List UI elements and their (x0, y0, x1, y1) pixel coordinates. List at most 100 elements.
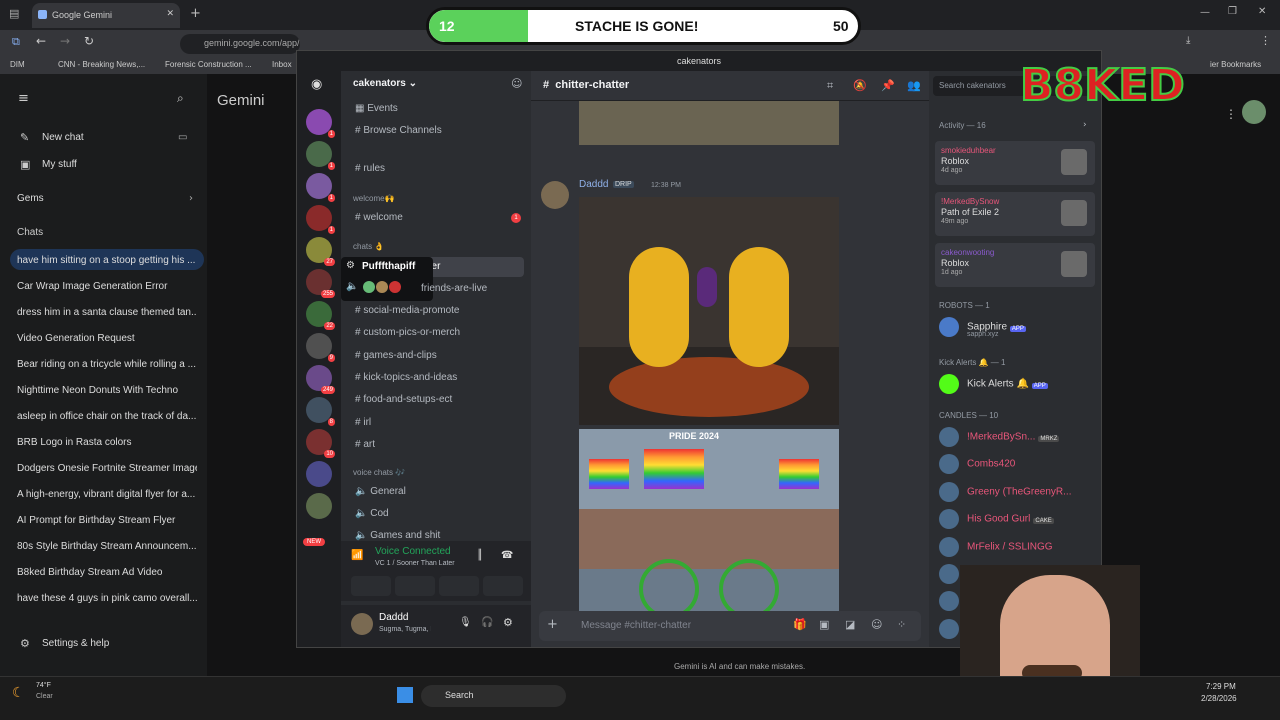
channel-rules[interactable]: # rules (355, 163, 385, 174)
message-composer[interactable]: + Message #chitter-chatter 🎁 ▣ ◪ ☺ ⁘ (539, 611, 921, 641)
chat-item[interactable]: have him sitting on a stoop getting his … (17, 255, 197, 266)
microphone-icon[interactable]: 🎙 (459, 617, 472, 628)
close-window-icon[interactable]: ✕ (1258, 6, 1266, 17)
temperature[interactable]: 74°F (36, 682, 51, 689)
forward-icon[interactable]: → (60, 34, 70, 48)
chat-item[interactable]: B8ked Birthday Stream Ad Video (17, 567, 197, 578)
chat-item[interactable]: dress him in a santa clause themed tan..… (17, 307, 197, 318)
avatar[interactable] (939, 536, 959, 557)
profile-avatar[interactable] (1242, 100, 1266, 124)
clock-time[interactable]: 7:29 PM (1206, 682, 1236, 691)
notification-icon[interactable]: 🔕 (853, 79, 867, 92)
search-icon[interactable]: ⌕ (177, 91, 184, 106)
server-icon[interactable]: 27 (306, 237, 335, 266)
chat-item[interactable]: Video Generation Request (17, 333, 197, 344)
server-icon[interactable]: 9 (306, 333, 335, 362)
server-icon[interactable]: 22 (306, 301, 335, 330)
browse-channels-link[interactable]: # Browse Channels (355, 125, 442, 136)
channel-item[interactable]: # irl (355, 417, 371, 428)
soundboard-button[interactable] (483, 576, 523, 596)
chevron-right-icon[interactable]: › (1083, 120, 1087, 130)
browser-tab[interactable]: Google Gemini ✕ (32, 3, 180, 28)
server-icon[interactable]: 1 (306, 109, 335, 138)
avatar[interactable] (939, 509, 959, 530)
screenshare-button[interactable] (395, 576, 435, 596)
server-icon[interactable]: 1 (306, 173, 335, 202)
chat-item[interactable]: 80s Style Birthday Stream Announcem... (17, 541, 197, 552)
maximize-icon[interactable]: ❐ (1228, 6, 1237, 17)
channel-item[interactable]: # social-media-promote (355, 305, 460, 316)
gift-icon[interactable]: 🎁 (793, 618, 807, 631)
close-tab-icon[interactable]: ✕ (166, 9, 174, 19)
avatar[interactable] (351, 613, 373, 635)
chat-item[interactable]: asleep in office chair on the track of d… (17, 411, 197, 422)
activity-card[interactable]: cakeonwooting Roblox 1d ago (935, 243, 1095, 287)
server-icon[interactable] (306, 461, 332, 487)
category-voice[interactable]: voice chats 🎶 (353, 468, 405, 477)
channel-item[interactable]: # food-and-setups-ect (355, 394, 452, 405)
add-friend-icon[interactable]: ☺ (511, 77, 522, 90)
candle-member[interactable]: MrFelix / SSLINGG (939, 536, 1097, 557)
chat-item[interactable]: Bear riding on a tricycle while rolling … (17, 359, 197, 370)
activities-button[interactable] (439, 576, 479, 596)
channel-item[interactable]: # kick-topics-and-ideas (355, 372, 457, 383)
avatar[interactable] (939, 618, 959, 639)
bookmark-inbox[interactable]: Inbox (272, 60, 292, 69)
server-icon[interactable]: 249 (306, 365, 335, 394)
avatar[interactable] (939, 481, 959, 502)
chat-item[interactable]: Car Wrap Image Generation Error (17, 281, 197, 292)
pin-icon[interactable]: 📌 (881, 79, 895, 92)
username[interactable]: Daddd (379, 612, 408, 623)
sticker-icon[interactable]: ◪ (845, 618, 855, 631)
discord-home-icon[interactable]: ◉ (311, 77, 322, 92)
channel-welcome[interactable]: # welcome (355, 212, 403, 223)
message-author[interactable]: Daddd (579, 179, 608, 190)
minimize-icon[interactable]: — (1200, 7, 1210, 18)
apps-icon[interactable]: ⁘ (897, 618, 906, 631)
member-list-icon[interactable]: 👥 (907, 79, 921, 92)
user-settings-icon[interactable]: ⚙ (503, 616, 513, 629)
disconnect-icon[interactable]: ☎ (501, 550, 513, 561)
channel-item[interactable]: # custom-pics-or-merch (355, 327, 460, 338)
chat-item[interactable]: A high-energy, vibrant digital flyer for… (17, 489, 197, 500)
events-link[interactable]: ▦ Events (355, 103, 398, 114)
voice-channel-item[interactable]: 🔈 General (355, 486, 406, 497)
bookmark-cnn[interactable]: CNN - Breaking News,... (58, 60, 145, 69)
server-icon[interactable]: 1 (306, 205, 335, 234)
previous-image[interactable] (579, 101, 839, 145)
avatar[interactable] (541, 181, 569, 209)
threads-icon[interactable]: ⌗ (827, 79, 833, 93)
avatar[interactable] (939, 564, 959, 584)
channel-item[interactable]: # games-and-clips (355, 350, 437, 361)
bookmark-dim[interactable]: DIM (10, 60, 25, 69)
server-name[interactable]: cakenators ⌄ (353, 78, 417, 89)
chat-item[interactable]: BRB Logo in Rasta colors (17, 437, 197, 448)
add-attachment-icon[interactable]: + (547, 617, 558, 632)
server-icon[interactable] (306, 493, 332, 519)
activity-card[interactable]: !MerkedBySnow Path of Exile 2 49m ago (935, 192, 1095, 236)
back-icon[interactable]: ← (36, 34, 46, 48)
voice-connected-label[interactable]: Voice Connected (375, 546, 451, 557)
chevron-right-icon[interactable]: › (189, 193, 193, 204)
gems-link[interactable]: Gems (17, 193, 44, 204)
hamburger-menu-icon[interactable]: ≡ (18, 91, 29, 106)
category-chats[interactable]: chats 👌 (353, 242, 384, 251)
avatar[interactable] (939, 454, 959, 475)
voice-channel-item[interactable]: 🔈 Cod (355, 508, 389, 519)
noise-suppression-icon[interactable]: ║ (477, 550, 483, 561)
category-welcome[interactable]: welcome🙌 (353, 194, 395, 203)
channel-friends-are-live[interactable]: friends-are-live (421, 283, 487, 294)
generated-image-birds[interactable] (579, 197, 839, 425)
reload-icon[interactable]: ↻ (84, 34, 94, 48)
chat-item[interactable]: Nighttime Neon Donuts With Techno (17, 385, 197, 396)
server-icon[interactable]: 255 (306, 269, 335, 298)
chat-item[interactable]: have these 4 guys in pink camo overall..… (17, 593, 197, 604)
member-kick-alerts[interactable]: Kick Alerts 🔔 APP (939, 374, 1048, 394)
my-stuff-link[interactable]: My stuff (42, 159, 77, 170)
candle-member[interactable]: !MerkedBySn... MRKZ (939, 427, 1097, 447)
generated-image-pride[interactable]: PRIDE 2024 (579, 429, 839, 629)
taskbar-search[interactable]: Search (421, 685, 566, 707)
headphones-icon[interactable]: 🎧 (481, 617, 493, 628)
menu-icon[interactable]: ⋮ (1260, 34, 1271, 47)
server-icon[interactable]: 8 (306, 397, 335, 426)
